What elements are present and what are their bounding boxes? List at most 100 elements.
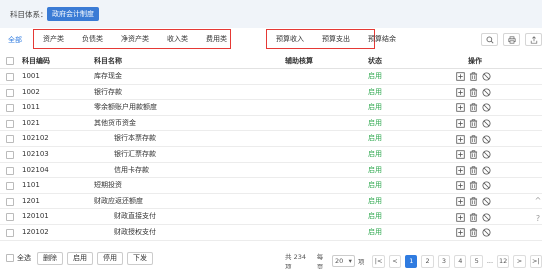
add-child-icon[interactable] — [456, 228, 465, 237]
delete-icon[interactable] — [469, 197, 478, 206]
disable-icon[interactable] — [482, 213, 491, 222]
table-row[interactable]: 1021 其他货币资金 启用 — [0, 116, 542, 132]
scroll-top-icon[interactable]: ^ — [534, 194, 542, 208]
row-checkbox[interactable] — [6, 150, 14, 159]
filter-assets[interactable]: 资产类 — [34, 34, 73, 44]
row-checkbox[interactable] — [6, 228, 14, 237]
row-checkbox[interactable] — [6, 119, 14, 128]
delete-icon[interactable] — [469, 166, 478, 175]
select-all-checkbox[interactable] — [6, 254, 14, 262]
disable-icon[interactable] — [482, 88, 491, 97]
page-size-select[interactable]: 20 ▾ — [331, 255, 355, 267]
table-row[interactable]: 1101 短期投资 启用 — [0, 178, 542, 194]
page-3[interactable]: 3 — [437, 254, 451, 268]
add-child-icon[interactable] — [456, 88, 465, 97]
filter-budget-balance[interactable]: 预算结余 — [359, 34, 405, 44]
add-child-icon[interactable] — [456, 103, 465, 113]
disable-button[interactable]: 停用 — [97, 251, 123, 265]
add-child-icon[interactable] — [456, 72, 465, 81]
status-badge: 启用 — [368, 72, 382, 80]
header-checkbox[interactable] — [6, 57, 14, 65]
prev-page-button[interactable]: < — [388, 254, 402, 268]
help-icon[interactable]: ? — [534, 212, 542, 226]
delete-icon[interactable] — [469, 181, 478, 191]
header-aux: 辅助核算 — [285, 57, 313, 65]
filter-expenses[interactable]: 费用类 — [197, 34, 236, 44]
delete-icon[interactable] — [469, 150, 478, 159]
table-row[interactable]: 1002 银行存款 启用 — [0, 85, 542, 101]
add-child-icon[interactable] — [456, 134, 465, 144]
filter-liabilities[interactable]: 负债类 — [73, 34, 112, 44]
table-row[interactable]: 102102 银行本票存款 启用 — [0, 131, 542, 147]
table-row[interactable]: 102104 信用卡存款 启用 — [0, 163, 542, 179]
delete-icon[interactable] — [469, 103, 478, 113]
filter-income[interactable]: 收入类 — [158, 34, 197, 44]
row-checkbox[interactable] — [6, 135, 14, 144]
row-actions — [456, 163, 491, 179]
table-row[interactable]: 120102 财政授权支付 启用 — [0, 225, 542, 241]
search-button[interactable] — [481, 33, 498, 46]
add-child-icon[interactable] — [456, 119, 465, 128]
row-code: 1101 — [22, 181, 40, 190]
add-child-icon[interactable] — [456, 166, 465, 175]
select-all[interactable]: 全选 — [6, 253, 31, 263]
delete-icon[interactable] — [469, 213, 478, 222]
next-page-button[interactable]: > — [513, 254, 526, 268]
row-actions — [456, 131, 491, 147]
add-child-icon[interactable] — [456, 212, 465, 222]
row-checkbox[interactable] — [6, 88, 14, 97]
page-5[interactable]: 5 — [470, 254, 483, 268]
page-12[interactable]: 12 — [497, 254, 510, 268]
add-child-icon[interactable] — [456, 197, 465, 206]
page-1[interactable]: 1 — [405, 254, 418, 268]
filter-net-assets[interactable]: 净资产类 — [112, 34, 158, 44]
enable-button[interactable]: 启用 — [67, 251, 93, 265]
disable-icon[interactable] — [482, 166, 491, 175]
filter-budget-income[interactable]: 预算收入 — [267, 34, 313, 44]
print-button[interactable] — [503, 33, 520, 46]
filter-all[interactable]: 全部 — [8, 35, 22, 45]
export-button[interactable] — [525, 33, 542, 46]
disable-icon[interactable] — [482, 150, 491, 159]
last-page-button[interactable]: >| — [529, 254, 542, 268]
page-ellipsis: ... — [486, 254, 494, 268]
disable-icon[interactable] — [482, 135, 491, 144]
row-code: 102103 — [22, 149, 49, 158]
system-selector[interactable]: 政府会计制度 — [47, 7, 99, 21]
table-row[interactable]: 1201 财政应返还额度 启用 — [0, 194, 542, 210]
page-4[interactable]: 4 — [454, 254, 467, 268]
disable-icon[interactable] — [482, 72, 491, 81]
delete-icon[interactable] — [469, 135, 478, 144]
filter-group-accounts: 资产类 负债类 净资产类 收入类 费用类 — [33, 29, 231, 49]
delete-icon[interactable] — [469, 228, 478, 237]
table-row[interactable]: 1011 零余额账户用款额度 启用 — [0, 100, 542, 116]
disable-icon[interactable] — [482, 228, 491, 237]
delete-icon[interactable] — [469, 119, 478, 128]
row-checkbox[interactable] — [6, 213, 14, 222]
row-checkbox[interactable] — [6, 104, 14, 113]
header-status: 状态 — [368, 57, 382, 65]
row-code: 102104 — [22, 165, 49, 174]
table-body: 1001 库存现金 启用 1002 银行存款 启用 1011 零余额账户用款额度 启用 1021 其… — [0, 69, 542, 241]
add-child-icon[interactable] — [456, 181, 465, 191]
delete-icon[interactable] — [469, 72, 478, 81]
distribute-button[interactable]: 下发 — [127, 251, 153, 265]
add-child-icon[interactable] — [456, 150, 465, 159]
delete-icon[interactable] — [469, 88, 478, 97]
table-row[interactable]: 120101 财政直接支付 启用 — [0, 209, 542, 225]
table-row[interactable]: 102103 银行汇票存款 启用 — [0, 147, 542, 163]
page-2[interactable]: 2 — [421, 254, 434, 268]
delete-button[interactable]: 删除 — [37, 251, 63, 265]
disable-icon[interactable] — [482, 119, 491, 128]
row-checkbox[interactable] — [6, 73, 14, 81]
row-checkbox[interactable] — [6, 197, 14, 206]
row-checkbox[interactable] — [6, 166, 14, 175]
disable-icon[interactable] — [482, 197, 491, 206]
first-page-button[interactable]: |< — [372, 254, 385, 268]
row-checkbox[interactable] — [6, 182, 14, 191]
status-badge: 启用 — [368, 181, 382, 190]
disable-icon[interactable] — [482, 181, 491, 190]
table-row[interactable]: 1001 库存现金 启用 — [0, 69, 542, 85]
disable-icon[interactable] — [482, 103, 491, 112]
filter-budget-expense[interactable]: 预算支出 — [313, 34, 359, 44]
